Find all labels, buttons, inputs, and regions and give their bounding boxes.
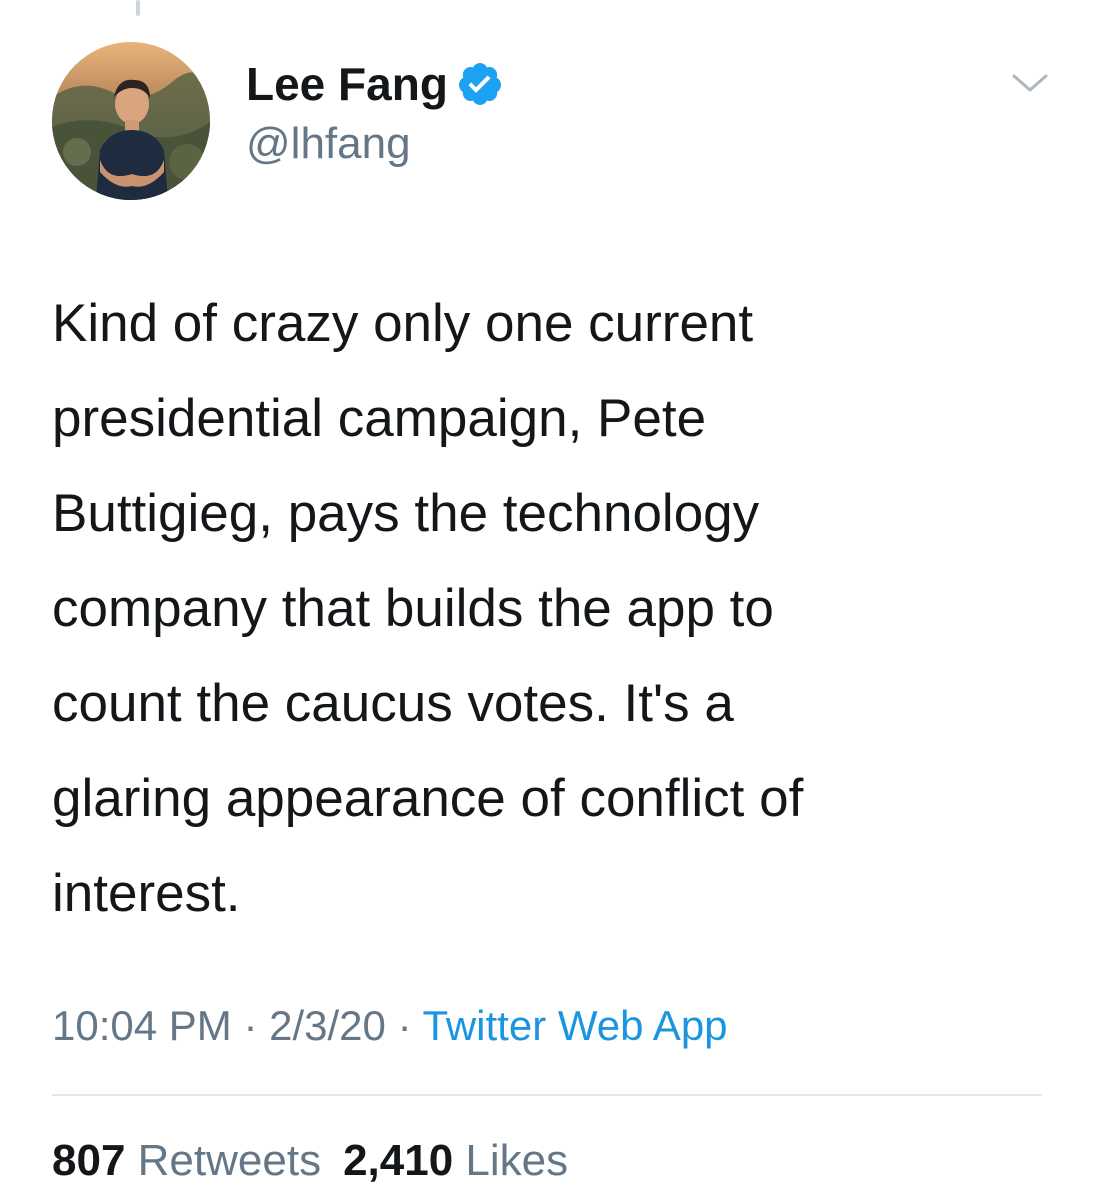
retweets-stat[interactable]: 807 Retweets: [52, 1136, 321, 1185]
stats-divider: [52, 1094, 1042, 1096]
verified-badge-icon: [456, 60, 504, 108]
tweet-time[interactable]: 10:04 PM: [52, 1002, 232, 1049]
thread-connector-line: [136, 0, 140, 16]
retweets-count: 807: [52, 1136, 126, 1185]
chevron-down-icon[interactable]: [1008, 68, 1052, 98]
retweets-label: Retweets: [137, 1136, 322, 1185]
tweet-metadata: 10:04 PM · 2/3/20 · Twitter Web App: [52, 998, 728, 1054]
tweet-stats: 807 Retweets 2,410 Likes: [52, 1133, 568, 1189]
author-handle[interactable]: @lhfang: [246, 118, 411, 170]
author-display-name[interactable]: Lee Fang: [246, 58, 448, 110]
tweet-source-link[interactable]: Twitter Web App: [423, 1002, 728, 1049]
avatar[interactable]: [52, 42, 210, 200]
author-name-row: Lee Fang: [246, 58, 504, 110]
meta-separator: ·: [397, 1002, 412, 1049]
tweet-date[interactable]: 2/3/20: [269, 1002, 386, 1049]
likes-count: 2,410: [343, 1136, 454, 1185]
likes-label: Likes: [465, 1136, 569, 1185]
likes-stat[interactable]: 2,410 Likes: [343, 1136, 568, 1185]
tweet-text: Kind of crazy only one current president…: [52, 294, 804, 923]
meta-separator: ·: [243, 1002, 258, 1049]
avatar-image: [52, 42, 210, 200]
